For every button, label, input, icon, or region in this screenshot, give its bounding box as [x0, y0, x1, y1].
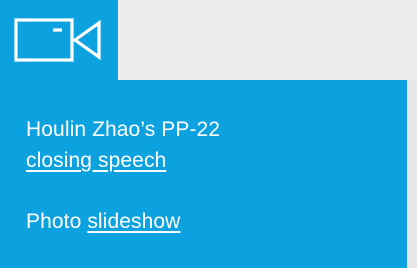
photo-line: Photo slideshow — [26, 206, 407, 237]
speech-title-text: Houlin Zhao’s PP-22 — [26, 118, 221, 141]
slideshow-link[interactable]: slideshow — [87, 210, 180, 233]
photo-label: Photo — [26, 210, 88, 233]
speech-title: Houlin Zhao’s PP-22 — [26, 114, 407, 145]
media-panel: Houlin Zhao’s PP-22 closing speech Photo… — [0, 0, 417, 268]
closing-speech-link[interactable]: closing speech — [26, 149, 166, 172]
media-type-tab — [0, 0, 118, 80]
right-edge — [407, 80, 417, 268]
video-camera-icon — [13, 15, 105, 65]
media-card: Houlin Zhao’s PP-22 closing speech Photo… — [0, 80, 407, 268]
speech-link-line: closing speech — [26, 145, 407, 176]
